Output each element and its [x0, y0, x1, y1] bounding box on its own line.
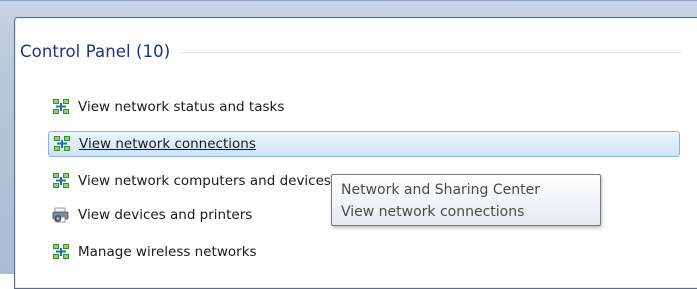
result-item-network-connections[interactable]: View network connections: [48, 131, 680, 157]
result-item-wireless-networks[interactable]: Manage wireless networks: [48, 239, 680, 265]
result-item-label: View network status and tasks: [78, 99, 285, 115]
tooltip: Network and Sharing Center View network …: [331, 174, 601, 226]
result-item-label: View devices and printers: [78, 207, 253, 223]
tooltip-line-1: Network and Sharing Center: [341, 182, 541, 198]
result-item-label: Manage wireless networks: [78, 244, 257, 260]
devices-printers-icon: [52, 207, 69, 223]
group-header: Control Panel (10): [20, 38, 681, 64]
result-item-label: View network computers and devices: [78, 173, 331, 189]
group-divider: [180, 51, 681, 53]
network-icon: [54, 136, 70, 151]
result-item-network-status[interactable]: View network status and tasks: [48, 94, 680, 120]
network-icon: [53, 99, 69, 114]
network-icon: [53, 173, 69, 188]
group-title[interactable]: Control Panel (10): [20, 42, 170, 61]
result-item-label: View network connections: [79, 136, 256, 152]
network-icon: [53, 244, 69, 259]
tooltip-line-2: View network connections: [341, 204, 525, 220]
